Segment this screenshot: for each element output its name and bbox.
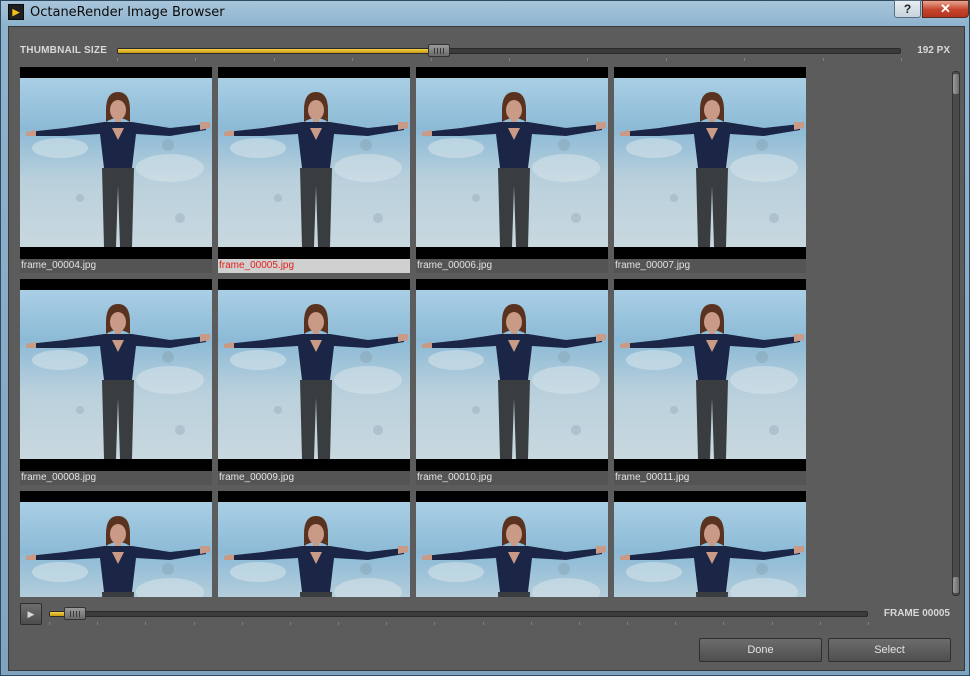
thumbnail-item[interactable]	[20, 491, 212, 597]
render-preview	[614, 290, 806, 459]
slider-tick	[194, 622, 195, 625]
slider-tick	[744, 58, 745, 61]
slider-tick	[145, 622, 146, 625]
thumbnail-image[interactable]	[20, 67, 212, 259]
thumbnail-image[interactable]	[614, 67, 806, 259]
scrollbar-down-arrow[interactable]	[953, 577, 959, 593]
slider-tick	[117, 58, 118, 61]
render-preview	[218, 78, 410, 247]
thumbnail-size-ticks	[117, 58, 902, 62]
thumbnail-item[interactable]: frame_00005.jpg	[218, 67, 410, 273]
thumbnail-caption[interactable]: frame_00005.jpg	[218, 259, 410, 273]
slider-tick	[195, 58, 196, 61]
thumbnail-item[interactable]: frame_00008.jpg	[20, 279, 212, 485]
thumbnail-item[interactable]: frame_00004.jpg	[20, 67, 212, 273]
thumbnail-grid[interactable]: frame_00004.jpg frame_00005.jpg frame_0000…	[20, 67, 945, 597]
render-preview	[20, 502, 212, 597]
thumbnail-caption[interactable]: frame_00009.jpg	[218, 471, 410, 485]
thumbnail-image[interactable]	[614, 491, 806, 597]
slider-tick	[431, 58, 432, 61]
thumbnail-size-value: 192 PX	[917, 45, 950, 56]
thumbnail-caption[interactable]: frame_00010.jpg	[416, 471, 608, 485]
thumbnail-item[interactable]	[416, 491, 608, 597]
slider-tick	[386, 622, 387, 625]
thumbnail-size-handle[interactable]	[428, 44, 450, 57]
render-preview	[614, 78, 806, 247]
thumbnail-caption[interactable]: frame_00004.jpg	[20, 259, 212, 273]
thumbnail-caption[interactable]: frame_00008.jpg	[20, 471, 212, 485]
help-button[interactable]: ?	[894, 0, 921, 18]
frame-slider-ticks	[49, 622, 869, 626]
thumbnail-image[interactable]	[416, 279, 608, 471]
thumbnail-item[interactable]: frame_00009.jpg	[218, 279, 410, 485]
thumbnail-image[interactable]	[218, 67, 410, 259]
browser-panel: THUMBNAIL SIZE 192 PX frame_00004.jpg fra…	[8, 26, 965, 671]
slider-tick	[509, 58, 510, 61]
render-preview	[614, 502, 806, 597]
render-preview	[416, 78, 608, 247]
thumbnail-item[interactable]: frame_00006.jpg	[416, 67, 608, 273]
slider-tick	[666, 58, 667, 61]
render-preview	[20, 78, 212, 247]
slider-tick	[242, 622, 243, 625]
slider-tick	[352, 58, 353, 61]
slider-tick	[290, 622, 291, 625]
thumbnail-size-slider[interactable]	[117, 44, 901, 57]
slider-tick	[723, 622, 724, 625]
thumbnail-image[interactable]	[20, 279, 212, 471]
thumbnail-item[interactable]	[218, 491, 410, 597]
frame-slider-handle[interactable]	[64, 607, 86, 620]
slider-tick	[274, 58, 275, 61]
thumbnail-caption[interactable]: frame_00007.jpg	[614, 259, 806, 273]
thumbnail-image[interactable]	[416, 67, 608, 259]
thumbnail-caption[interactable]: frame_00006.jpg	[416, 259, 608, 273]
done-button[interactable]: Done	[699, 638, 822, 662]
slider-tick	[868, 622, 869, 625]
thumbnail-item[interactable]: frame_00007.jpg	[614, 67, 806, 273]
slider-tick	[531, 622, 532, 625]
slider-tick	[97, 622, 98, 625]
thumbnail-caption[interactable]: frame_00011.jpg	[614, 471, 806, 485]
thumbnail-image[interactable]	[20, 491, 212, 597]
render-preview	[218, 502, 410, 597]
select-button[interactable]: Select	[828, 638, 951, 662]
slider-tick	[587, 58, 588, 61]
slider-tick	[627, 622, 628, 625]
octane-app-icon: ▶	[8, 4, 24, 20]
slider-tick	[49, 622, 50, 625]
thumbnail-size-label: THUMBNAIL SIZE	[20, 45, 108, 56]
play-button[interactable]: ▶	[20, 603, 42, 625]
frame-value: FRAME 00005	[883, 608, 950, 619]
title-bar[interactable]: ▶ OctaneRender Image Browser ? ✕	[1, 0, 969, 25]
slider-tick	[579, 622, 580, 625]
window-title: OctaneRender Image Browser	[30, 5, 225, 20]
grip-icon	[70, 611, 80, 617]
thumbnail-item[interactable]	[614, 491, 806, 597]
grip-icon	[434, 48, 444, 54]
thumbnail-image[interactable]	[218, 491, 410, 597]
render-preview	[416, 502, 608, 597]
render-preview	[416, 290, 608, 459]
thumbnail-image[interactable]	[416, 491, 608, 597]
slider-tick	[823, 58, 824, 61]
frame-slider[interactable]	[49, 607, 868, 620]
slider-tick	[901, 58, 902, 61]
vertical-scrollbar[interactable]	[952, 71, 960, 596]
slider-tick	[434, 622, 435, 625]
thumbnail-item[interactable]: frame_00011.jpg	[614, 279, 806, 485]
thumbnail-image[interactable]	[218, 279, 410, 471]
thumbnail-item[interactable]: frame_00010.jpg	[416, 279, 608, 485]
thumbnail-size-fill	[118, 49, 439, 53]
image-browser-window: ▶ OctaneRender Image Browser ? ✕ THUMBNA…	[0, 0, 970, 676]
scrollbar-handle[interactable]	[953, 74, 959, 94]
slider-tick	[338, 622, 339, 625]
thumbnail-image[interactable]	[614, 279, 806, 471]
render-preview	[20, 290, 212, 459]
close-button[interactable]: ✕	[922, 0, 969, 18]
slider-tick	[772, 622, 773, 625]
slider-tick	[483, 622, 484, 625]
slider-tick	[820, 622, 821, 625]
render-preview	[218, 290, 410, 459]
slider-tick	[675, 622, 676, 625]
